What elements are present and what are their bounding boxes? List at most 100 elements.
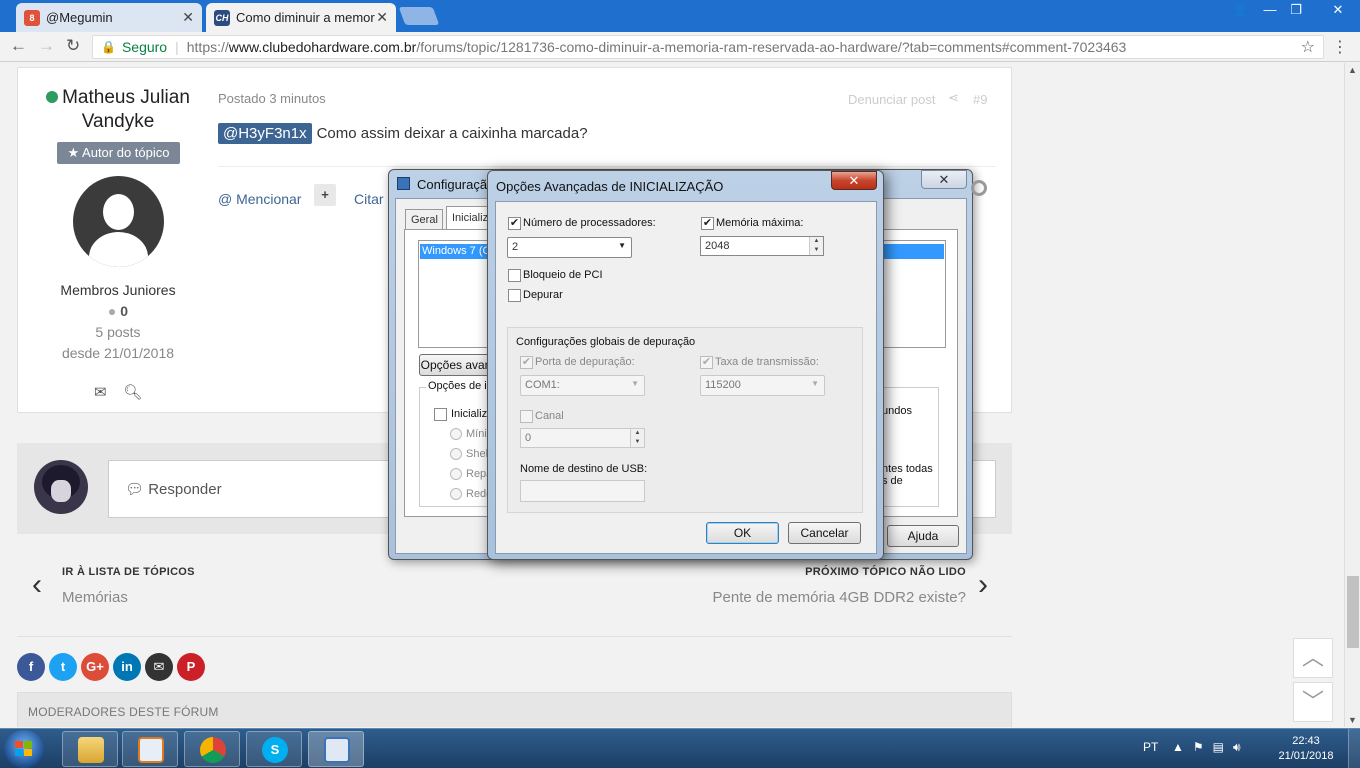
back-arrow-icon[interactable]: ←: [10, 36, 27, 56]
search-icon[interactable]: 🔍︎: [123, 384, 142, 401]
chevron-left-icon[interactable]: ‹: [32, 568, 42, 602]
moderators-header: MODERADORES DESTE FÓRUM: [17, 692, 1012, 727]
pinterest-icon[interactable]: P: [177, 653, 205, 681]
scroll-down-arrow-icon[interactable]: ▼: [1348, 715, 1357, 725]
safe-boot-checkbox[interactable]: [434, 408, 447, 421]
debug-port-select[interactable]: COM1: ▼: [520, 375, 645, 396]
taskbar-clock[interactable]: 22:43 21/01/2018: [1276, 734, 1336, 764]
bookmark-star-icon[interactable]: ☆: [1301, 37, 1315, 57]
taskbar-chrome[interactable]: [184, 731, 240, 767]
tray-expand-icon[interactable]: ▲: [1172, 740, 1193, 754]
google-plus-icon[interactable]: G+: [81, 653, 109, 681]
author-rank: Membros Juniores: [60, 282, 176, 298]
show-desktop-button[interactable]: [1348, 729, 1360, 768]
taskbar-msconfig[interactable]: [308, 731, 364, 767]
lock-icon: 🔒: [101, 40, 116, 54]
channel-checkbox[interactable]: [520, 410, 533, 423]
action-center-icon[interactable]: ⚑: [1193, 740, 1213, 754]
skype-icon: S: [262, 737, 288, 763]
close-icon[interactable]: ✕: [376, 9, 388, 26]
max-memory-stepper[interactable]: 2048 ▲ ▼: [700, 236, 824, 256]
num-processors-select[interactable]: 2 ▼: [507, 237, 632, 258]
radio-shell[interactable]: [450, 448, 462, 460]
twitter-icon[interactable]: t: [49, 653, 77, 681]
divider: [17, 636, 1012, 637]
channel-stepper[interactable]: 0 ▲ ▼: [520, 428, 645, 448]
reload-icon[interactable]: ↻: [66, 36, 80, 56]
multiquote-button[interactable]: +: [314, 184, 336, 206]
radio-network[interactable]: [450, 488, 462, 500]
scroll-thumb[interactable]: [1347, 576, 1359, 648]
address-bar[interactable]: 🔒 Seguro | https:// www.clubedohardware.…: [92, 35, 1324, 59]
mention-button[interactable]: @ Mencionar: [218, 191, 301, 207]
page-scrollbar[interactable]: ▲ ▼: [1344, 63, 1360, 727]
usb-target-label: Nome de destino de USB:: [520, 463, 648, 475]
user-icon[interactable]: 👤: [1226, 0, 1254, 20]
share-icon[interactable]: ⋖: [948, 90, 959, 106]
timeout-text: undos: [882, 405, 912, 417]
radio-repair[interactable]: [450, 468, 462, 480]
tab-megumin[interactable]: 8 @Megumin ✕: [16, 3, 202, 32]
debug-label: Depurar: [523, 289, 563, 301]
browser-toolbar: ← → ↻ 🔒 Seguro | https:// www.clubedohar…: [0, 32, 1360, 62]
minimize-button[interactable]: —: [1256, 0, 1284, 20]
volume-icon[interactable]: 🔊︎: [1233, 740, 1250, 754]
forward-arrow-icon[interactable]: →: [38, 36, 55, 56]
dropdown-arrow-icon: ▼: [618, 241, 626, 250]
scroll-top-button[interactable]: ︿: [1293, 638, 1333, 678]
report-post-link[interactable]: Denunciar post: [848, 92, 935, 107]
ok-button[interactable]: OK: [706, 522, 779, 544]
facebook-icon[interactable]: f: [17, 653, 45, 681]
baud-rate-checkbox[interactable]: ✔: [700, 356, 713, 369]
spin-arrows-icon[interactable]: ▲ ▼: [630, 429, 644, 447]
max-memory-checkbox[interactable]: ✔: [701, 217, 714, 230]
radio-minimal[interactable]: [450, 428, 462, 440]
author-post-count: 5 posts: [95, 324, 141, 340]
close-window-button[interactable]: ✕: [1320, 0, 1356, 20]
scroll-bottom-button[interactable]: ﹀: [1293, 682, 1333, 722]
tab-favicon: CH: [214, 9, 230, 26]
advanced-options-button[interactable]: Opções avan: [419, 354, 493, 376]
close-button[interactable]: ✕: [921, 170, 967, 189]
debug-checkbox[interactable]: [508, 289, 521, 302]
email-icon[interactable]: ✉: [145, 653, 173, 681]
pci-lock-checkbox[interactable]: [508, 269, 521, 282]
chevron-right-icon[interactable]: ›: [978, 568, 988, 602]
cancel-button[interactable]: Cancelar: [788, 522, 861, 544]
usb-target-input[interactable]: [520, 480, 645, 502]
mention-tag[interactable]: @H3yF3n1x: [218, 123, 312, 144]
max-memory-label: Memória máxima:: [716, 217, 804, 229]
num-processors-checkbox[interactable]: ✔: [508, 217, 521, 230]
prev-topic-title[interactable]: Memórias: [62, 589, 128, 606]
close-icon[interactable]: ✕: [182, 9, 194, 26]
scroll-up-arrow-icon[interactable]: ▲: [1348, 65, 1357, 75]
next-topic-label[interactable]: PRÓXIMO TÓPICO NÃO LIDO: [805, 566, 966, 578]
message-icon[interactable]: ✉: [94, 384, 107, 401]
tab-general[interactable]: Geral: [405, 209, 443, 229]
browser-menu-icon[interactable]: ⋮: [1332, 37, 1348, 57]
quote-button[interactable]: Citar: [354, 191, 384, 207]
post-number[interactable]: #9: [973, 92, 987, 107]
taskbar-skype[interactable]: S: [246, 731, 302, 767]
new-tab-button[interactable]: [398, 7, 440, 25]
taskbar-media-player[interactable]: [122, 731, 178, 767]
url-scheme: https://: [186, 39, 229, 55]
author-badge: ★ Autor do tópico: [57, 142, 180, 164]
taskbar-explorer[interactable]: [62, 731, 118, 767]
language-indicator[interactable]: PT: [1143, 740, 1158, 754]
prev-topic-label[interactable]: IR À LISTA DE TÓPICOS: [62, 566, 195, 578]
network-icon[interactable]: ▤: [1213, 740, 1233, 754]
linkedin-icon[interactable]: in: [113, 653, 141, 681]
author-name[interactable]: Matheus Julian Vandyke: [38, 86, 198, 134]
tab-clube-do-hardware[interactable]: CH Como diminuir a memor ✕: [206, 3, 396, 32]
start-button[interactable]: [4, 730, 44, 768]
close-button[interactable]: ✕: [831, 171, 877, 190]
debug-port-checkbox[interactable]: ✔: [520, 356, 533, 369]
baud-rate-select[interactable]: 115200 ▼: [700, 375, 825, 396]
spin-arrows-icon[interactable]: ▲ ▼: [809, 237, 823, 255]
comment-icon: 💬︎: [125, 481, 145, 498]
help-button[interactable]: Ajuda: [887, 525, 959, 547]
restore-button[interactable]: ❐: [1282, 0, 1310, 20]
author-avatar[interactable]: [73, 176, 164, 267]
next-topic-title[interactable]: Pente de memória 4GB DDR2 existe?: [713, 589, 966, 606]
